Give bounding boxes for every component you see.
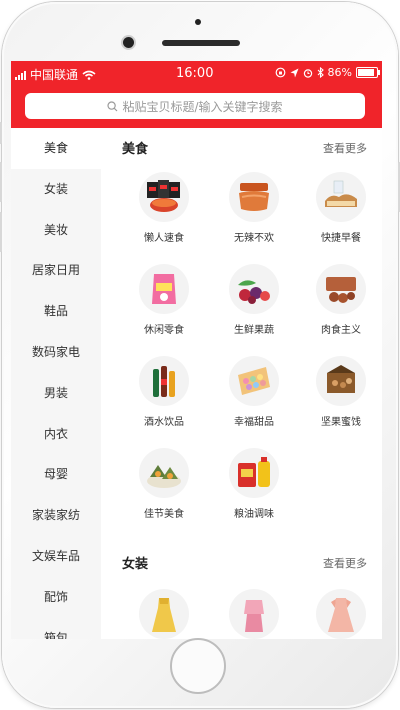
snack-bag-icon	[139, 264, 189, 314]
sidebar-item-label: 内衣	[43, 426, 68, 441]
section-header-food: 美食 查看更多	[101, 138, 382, 158]
sidebar-item-label: 美妆	[43, 222, 68, 237]
category-label: 幸福甜品	[234, 417, 274, 428]
sidebar-item-digital[interactable]: 数码家电	[11, 332, 101, 373]
home-button[interactable]	[170, 638, 226, 694]
instant-noodles-icon	[139, 172, 189, 222]
proximity-sensor	[195, 19, 201, 25]
alarm-icon	[303, 68, 312, 78]
sidebar-item-accessories[interactable]: 配饰	[11, 577, 101, 618]
category-item-meat[interactable]: 肉食主义	[301, 264, 381, 336]
category-label: 佳节美食	[144, 509, 184, 520]
category-item-nuts[interactable]: 坚果蜜饯	[301, 356, 381, 428]
sidebar-item-label: 配饰	[43, 589, 68, 604]
section-title: 女装	[122, 557, 149, 572]
meat-icon	[316, 264, 366, 314]
sidebar-item-home-daily[interactable]: 居家日用	[11, 250, 101, 291]
category-label: 粮油调味	[234, 509, 274, 520]
header-bar: 中国联通 16:00 86% 粘贴宝贝标题/输入关键字搜索	[11, 61, 382, 128]
category-label: 快捷早餐	[321, 233, 361, 244]
search-placeholder: 粘贴宝贝标题/输入关键字搜索	[122, 99, 283, 114]
sidebar-item-mens-clothing[interactable]: 男装	[11, 373, 101, 414]
category-item-festival[interactable]: 佳节美食	[124, 448, 204, 520]
sidebar-item-label: 居家日用	[31, 263, 80, 278]
phone-frame: 中国联通 16:00 86% 粘贴宝贝标题/输入关键字搜索 美食 女装 美妆 居…	[0, 2, 400, 708]
nuts-icon	[316, 356, 366, 406]
sidebar-item-beauty[interactable]: 美妆	[11, 210, 101, 251]
category-item-desserts[interactable]: 幸福甜品	[214, 356, 294, 428]
spicy-snack-icon	[229, 172, 279, 222]
section-header-womens-clothing: 女装 查看更多	[101, 553, 382, 573]
category-item-spicy[interactable]: 无辣不欢	[214, 172, 294, 244]
category-label: 休闲零食	[144, 325, 184, 336]
sidebar-item-shoes[interactable]: 鞋品	[11, 291, 101, 332]
orientation-lock-icon	[275, 67, 285, 78]
sidebar-item-womens-clothing[interactable]: 女装	[11, 169, 101, 210]
app-screen: 中国联通 16:00 86% 粘贴宝贝标题/输入关键字搜索 美食 女装 美妆 居…	[11, 61, 382, 639]
category-content: 美食 查看更多 懒人速食 无辣不欢 快捷早餐 休闲零食 生鲜果蔬 肉食主义 酒水…	[101, 128, 382, 639]
see-more-link[interactable]: 查看更多	[323, 555, 367, 571]
category-item-snacks[interactable]: 休闲零食	[124, 264, 204, 336]
category-item-dress-yellow[interactable]	[124, 589, 204, 639]
signal-icon	[15, 70, 26, 80]
sidebar-item-baby[interactable]: 母婴	[11, 454, 101, 495]
sidebar-item-label: 女装	[43, 181, 68, 196]
category-label: 坚果蜜饯	[321, 417, 361, 428]
fruit-icon	[229, 264, 279, 314]
sidebar-item-label: 箱包	[43, 630, 68, 639]
front-camera	[123, 37, 134, 48]
sidebar-item-label: 男装	[43, 385, 68, 400]
oil-rice-icon	[229, 448, 279, 498]
search-bar[interactable]: 粘贴宝贝标题/输入关键字搜索	[25, 93, 365, 119]
volume-down-button	[0, 212, 2, 252]
yellow-dress-icon	[139, 589, 189, 639]
bread-icon	[316, 172, 366, 222]
sidebar-item-label: 数码家电	[31, 344, 80, 359]
sidebar-item-bags[interactable]: 箱包	[11, 618, 101, 639]
location-icon	[290, 68, 299, 77]
category-item-instant-food[interactable]: 懒人速食	[124, 172, 204, 244]
bluetooth-icon	[317, 67, 324, 78]
festival-food-icon	[139, 448, 189, 498]
sidebar-item-underwear[interactable]: 内衣	[11, 414, 101, 455]
wifi-icon	[82, 70, 96, 80]
clock: 16:00	[176, 66, 214, 81]
carrier-label: 中国联通	[30, 68, 79, 82]
battery-percent: 86%	[327, 66, 352, 79]
category-label: 肉食主义	[321, 325, 361, 336]
pink-outfit-icon	[229, 589, 279, 639]
sidebar-item-food[interactable]: 美食	[11, 128, 101, 169]
category-label: 无辣不欢	[234, 233, 274, 244]
sidebar-item-label: 鞋品	[43, 304, 68, 319]
sidebar-item-entertainment-car[interactable]: 文娱车品	[11, 536, 101, 577]
category-item-grain-oil[interactable]: 粮油调味	[214, 448, 294, 520]
category-sidebar: 美食 女装 美妆 居家日用 鞋品 数码家电 男装 内衣 母婴 家装家纺 文娱车品…	[11, 128, 101, 639]
mute-switch	[0, 122, 2, 144]
see-more-link[interactable]: 查看更多	[323, 140, 367, 156]
sidebar-item-home-textile[interactable]: 家装家纺	[11, 495, 101, 536]
status-bar: 中国联通 16:00 86%	[11, 61, 382, 87]
peach-dress-icon	[316, 589, 366, 639]
category-label: 懒人速食	[144, 233, 184, 244]
category-label: 生鲜果蔬	[234, 325, 274, 336]
category-item-fresh[interactable]: 生鲜果蔬	[214, 264, 294, 336]
sidebar-item-label: 美食	[43, 141, 68, 155]
sidebar-item-label: 家装家纺	[31, 508, 80, 523]
earpiece-speaker	[162, 40, 240, 46]
drinks-icon	[139, 356, 189, 406]
category-item-outfit-pink[interactable]	[214, 589, 294, 639]
category-item-drinks[interactable]: 酒水饮品	[124, 356, 204, 428]
sidebar-item-label: 母婴	[43, 467, 68, 482]
search-icon	[107, 100, 118, 111]
category-label: 酒水饮品	[144, 417, 184, 428]
battery-icon	[356, 67, 380, 78]
macaron-icon	[229, 356, 279, 406]
category-item-breakfast[interactable]: 快捷早餐	[301, 172, 381, 244]
volume-up-button	[0, 162, 2, 202]
category-item-dress-peach[interactable]	[301, 589, 381, 639]
sidebar-item-label: 文娱车品	[31, 548, 80, 563]
section-title: 美食	[122, 142, 149, 157]
